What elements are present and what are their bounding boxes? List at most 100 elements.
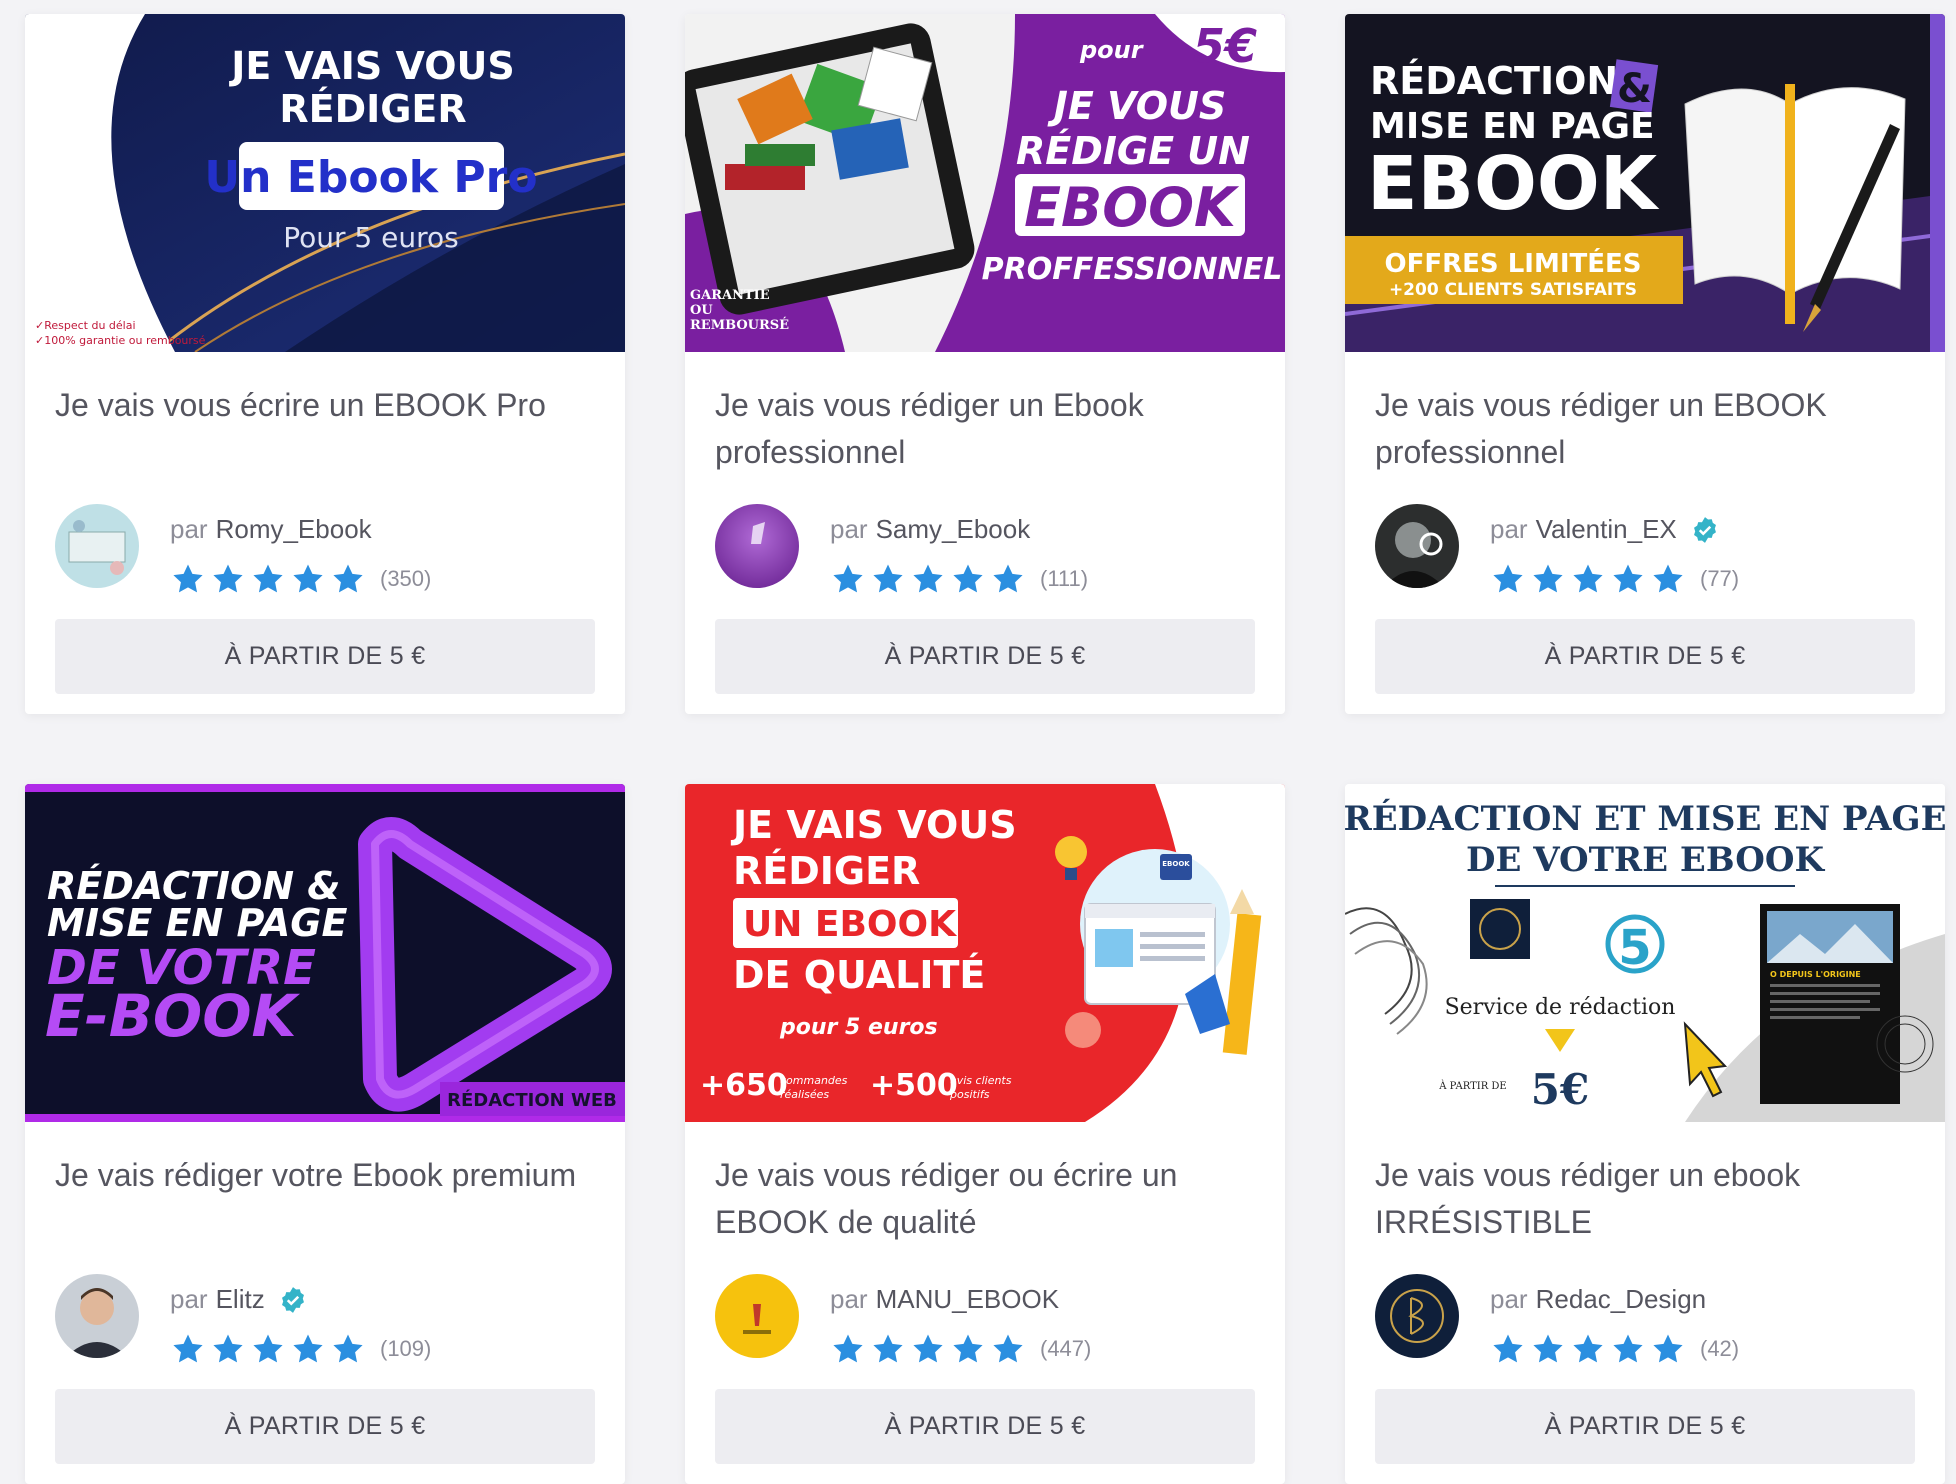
thumb-box: EBOOK — [1024, 176, 1240, 239]
rating: (77) — [1490, 562, 1739, 596]
review-count: (109) — [380, 1336, 432, 1361]
thumbnail-image: pour 5€ JE VOUS RÉDIGE UN EBOOK PROFFESS… — [685, 14, 1285, 352]
star-icon — [913, 564, 943, 593]
star-icon — [1613, 564, 1643, 593]
thumb-line2: RÉDIGER — [279, 87, 466, 131]
thumb-sub: Pour 5 euros — [283, 221, 458, 254]
gig-thumbnail[interactable]: RÉDACTION ET MISE EN PAGE DE VOTRE EBOOK… — [1345, 784, 1945, 1122]
thumb-badge3: REMBOURSÉ — [690, 317, 789, 333]
gig-title[interactable]: Je vais vous rédiger un ebook IRRÉSISTIB… — [1375, 1152, 1915, 1246]
star-icon — [213, 564, 243, 593]
gig-card[interactable]: EBOOK JE VAIS VOUS RÉDIGER UN EBOOK DE Q… — [685, 784, 1285, 1484]
rating: (42) — [1490, 1332, 1739, 1366]
star-icon — [873, 564, 903, 593]
star-icon — [253, 564, 283, 593]
gig-card[interactable]: RÉDACTION & MISE EN PAGE EBOOK OFFRES LI… — [1345, 14, 1945, 714]
seller-name[interactable]: MANU_EBOOK — [876, 1284, 1060, 1315]
star-icon — [1573, 1334, 1603, 1363]
seller-prefix: par — [1490, 1284, 1528, 1314]
price-button[interactable]: À PARTIR DE 5 € — [55, 619, 595, 694]
seller-avatar[interactable] — [715, 504, 799, 588]
star-icon — [293, 1334, 323, 1363]
seller-avatar[interactable] — [1375, 504, 1459, 588]
thumb-stat1a: commandes — [780, 1074, 848, 1087]
star-icon — [873, 1334, 903, 1363]
review-count: (350) — [380, 566, 432, 591]
seller-line: par MANU_EBOOK — [830, 1284, 1059, 1315]
gig-title[interactable]: Je vais vous rédiger un Ebook profession… — [715, 382, 1255, 476]
gig-thumbnail[interactable]: RÉDACTION & MISE EN PAGE EBOOK OFFRES LI… — [1345, 14, 1945, 352]
gig-thumbnail[interactable]: pour 5€ JE VOUS RÉDIGE UN EBOOK PROFFESS… — [685, 14, 1285, 352]
star-icon — [953, 564, 983, 593]
thumb-pour: pour — [1079, 36, 1145, 64]
thumb-line3: PROFFESSIONNEL — [982, 252, 1283, 287]
star-icon — [173, 564, 203, 593]
thumb-page-title: O DEPUIS L'ORIGINE — [1770, 970, 1861, 979]
gig-title[interactable]: Je vais vous rédiger ou écrire un EBOOK … — [715, 1152, 1255, 1246]
star-icon — [333, 564, 363, 593]
star-icon — [993, 1334, 1023, 1363]
star-icon — [833, 564, 863, 593]
seller-line: par Valentin_EX — [1490, 514, 1719, 545]
gig-card[interactable]: pour 5€ JE VOUS RÉDIGE UN EBOOK PROFFESS… — [685, 14, 1285, 714]
thumb-stat2a: avis clients — [950, 1074, 1012, 1087]
gig-thumbnail[interactable]: RÉDACTION & MISE EN PAGE DE VOTRE E-BOOK… — [25, 784, 625, 1122]
price-button[interactable]: À PARTIR DE 5 € — [1375, 1389, 1915, 1464]
thumb-line3: EBOOK — [1367, 141, 1660, 227]
thumb-badge1: GARANTIE — [690, 288, 770, 303]
thumb-band1: OFFRES LIMITÉES — [1385, 247, 1642, 279]
gig-title[interactable]: Je vais vous rédiger un EBOOK profession… — [1375, 382, 1915, 476]
gig-thumbnail[interactable]: EBOOK JE VAIS VOUS RÉDIGER UN EBOOK DE Q… — [685, 784, 1285, 1122]
thumb-tag: RÉDACTION WEB — [447, 1089, 617, 1111]
seller-avatar[interactable] — [1375, 1274, 1459, 1358]
star-icon — [333, 1334, 363, 1363]
review-count: (77) — [1700, 566, 1740, 591]
thumb-badge2: OU — [690, 303, 713, 318]
gig-title[interactable]: Je vais vous écrire un EBOOK Pro — [55, 382, 595, 429]
seller-name[interactable]: Valentin_EX — [1536, 514, 1677, 545]
thumb-service: Service de rédaction — [1445, 995, 1676, 1020]
thumb-line4: E-BOOK — [45, 982, 301, 1050]
thumb-apartir: À PARTIR DE — [1438, 1080, 1506, 1092]
seller-prefix: par — [170, 514, 208, 544]
gig-card[interactable]: RÉDACTION ET MISE EN PAGE DE VOTRE EBOOK… — [1345, 784, 1945, 1484]
thumbnail-image: RÉDACTION & MISE EN PAGE DE VOTRE E-BOOK… — [25, 784, 625, 1122]
rating: (111) — [830, 562, 1088, 596]
gig-thumbnail[interactable]: JE VAIS VOUS RÉDIGER Un Ebook Pro Pour 5… — [25, 14, 625, 352]
star-icon — [993, 564, 1023, 593]
gig-card[interactable]: JE VAIS VOUS RÉDIGER Un Ebook Pro Pour 5… — [25, 14, 625, 714]
star-icon — [1533, 564, 1563, 593]
star-icon — [953, 1334, 983, 1363]
seller-avatar[interactable] — [55, 1274, 139, 1358]
thumb-line3: DE QUALITÉ — [733, 953, 985, 997]
price-button[interactable]: À PARTIR DE 5 € — [715, 1389, 1255, 1464]
thumb-ebook-icon: EBOOK — [1162, 860, 1190, 868]
price-button[interactable]: À PARTIR DE 5 € — [55, 1389, 595, 1464]
seller-name[interactable]: Samy_Ebook — [876, 514, 1031, 545]
star-icon — [1573, 564, 1603, 593]
seller-name[interactable]: Elitz — [216, 1284, 265, 1315]
star-icon — [1653, 1334, 1683, 1363]
seller-avatar[interactable] — [715, 1274, 799, 1358]
seller-prefix: par — [170, 1284, 208, 1314]
gig-card[interactable]: RÉDACTION & MISE EN PAGE DE VOTRE E-BOOK… — [25, 784, 625, 1484]
price-button[interactable]: À PARTIR DE 5 € — [1375, 619, 1915, 694]
thumb-sub: pour 5 euros — [779, 1015, 938, 1040]
thumb-line2: DE VOTRE EBOOK — [1466, 840, 1825, 880]
star-icon — [833, 1334, 863, 1363]
star-icon — [253, 1334, 283, 1363]
thumb-line1: RÉDACTION ET MISE EN PAGE — [1345, 798, 1945, 839]
seller-line: par Elitz — [170, 1284, 307, 1315]
seller-line: par Romy_Ebook — [170, 514, 372, 545]
star-icon — [1613, 1334, 1643, 1363]
seller-avatar[interactable] — [55, 504, 139, 588]
thumb-stat1b: réalisées — [780, 1088, 829, 1101]
thumb-band2: +200 CLIENTS SATISFAITS — [1389, 280, 1637, 300]
gig-title[interactable]: Je vais rédiger votre Ebook premium — [55, 1152, 595, 1199]
thumb-stat2: +500 — [870, 1068, 958, 1103]
star-icon — [173, 1334, 203, 1363]
seller-name[interactable]: Redac_Design — [1536, 1284, 1707, 1315]
seller-name[interactable]: Romy_Ebook — [216, 514, 372, 545]
price-button[interactable]: À PARTIR DE 5 € — [715, 619, 1255, 694]
star-icon — [1493, 564, 1523, 593]
